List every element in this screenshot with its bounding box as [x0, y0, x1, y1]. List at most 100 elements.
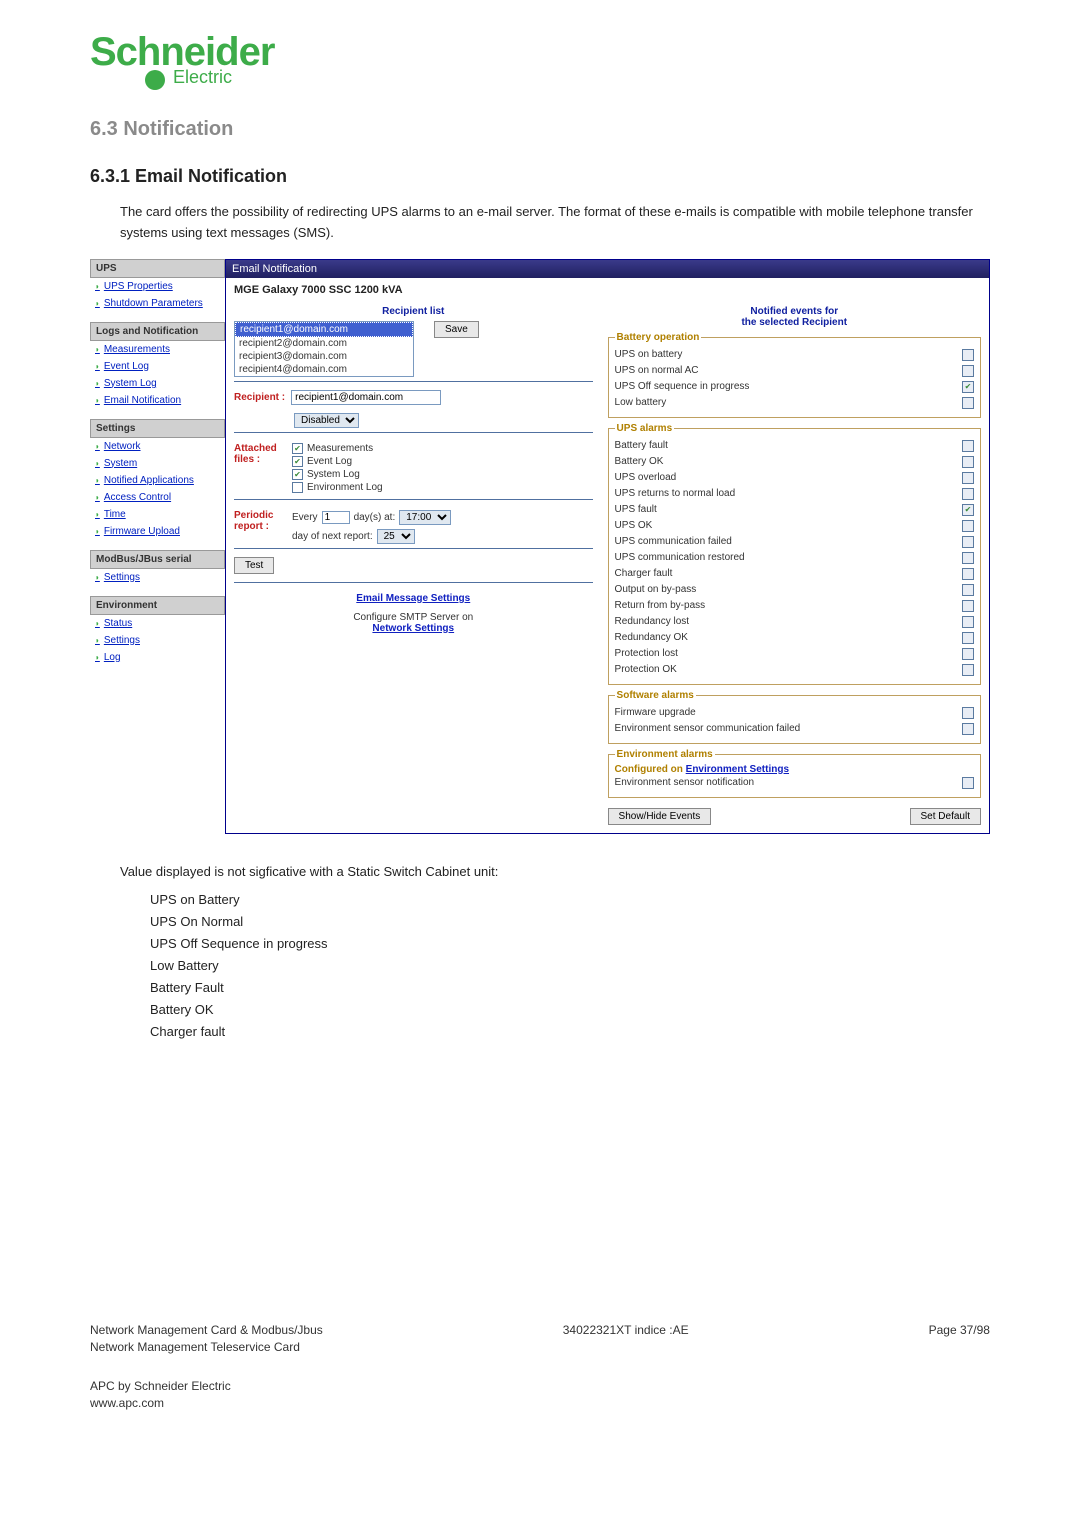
bullet-list: UPS on Battery UPS On Normal UPS Off Seq… [150, 889, 990, 1044]
event-label: UPS on battery [615, 349, 683, 360]
sidebar-cat-modbus: ModBus/JBus serial [90, 550, 225, 569]
event-checkbox[interactable] [962, 616, 974, 628]
event-checkbox[interactable] [962, 349, 974, 361]
footer-page-number: Page 37/98 [929, 1323, 990, 1337]
event-label: Battery fault [615, 440, 668, 451]
event-checkbox[interactable] [962, 536, 974, 548]
event-checkbox[interactable] [962, 600, 974, 612]
event-label: Protection lost [615, 648, 678, 659]
show-hide-events-button[interactable]: Show/Hide Events [608, 808, 712, 825]
event-label: Redundancy OK [615, 632, 688, 643]
checkbox-event-log[interactable] [292, 456, 303, 467]
save-button[interactable]: Save [434, 321, 479, 338]
sidebar-item-time[interactable]: ◗Time [90, 506, 225, 523]
sidebar-item-env-log[interactable]: ◗Log [90, 649, 225, 666]
group-battery-operation: Battery operation UPS on battery UPS on … [608, 332, 981, 418]
right-column: Notified events for the selected Recipie… [608, 306, 981, 825]
sidebar-label: Event Log [104, 361, 149, 372]
event-checkbox[interactable] [962, 504, 974, 516]
event-label: Firmware upgrade [615, 707, 696, 718]
event-checkbox[interactable] [962, 520, 974, 532]
recipient-listbox[interactable]: recipient1@domain.com recipient2@domain.… [234, 321, 414, 377]
event-label: UPS Off sequence in progress [615, 381, 750, 392]
test-button[interactable]: Test [234, 557, 274, 574]
sidebar-cat-environment: Environment [90, 596, 225, 615]
checkbox-measurements[interactable] [292, 443, 303, 454]
notified-events-heading-2: the selected Recipient [608, 317, 981, 328]
environment-settings-link[interactable]: Environment Settings [686, 764, 789, 775]
checkbox-label: Event Log [307, 456, 352, 467]
periodic-report-label: Periodic report : [234, 510, 284, 532]
event-checkbox[interactable] [962, 456, 974, 468]
sidebar-item-ups-properties[interactable]: ◗UPS Properties [90, 278, 225, 295]
sidebar-item-system[interactable]: ◗System [90, 455, 225, 472]
sidebar-item-access-control[interactable]: ◗Access Control [90, 489, 225, 506]
event-checkbox[interactable] [962, 632, 974, 644]
checkbox-label: System Log [307, 469, 360, 480]
event-checkbox[interactable] [962, 707, 974, 719]
intro-paragraph: The card offers the possibility of redir… [120, 202, 990, 244]
sidebar-label: Settings [104, 572, 140, 583]
event-checkbox[interactable] [962, 365, 974, 377]
panel-title-bar: Email Notification [226, 260, 989, 278]
event-label: Protection OK [615, 664, 677, 675]
recipient-row[interactable]: recipient3@domain.com [235, 350, 413, 363]
event-checkbox[interactable] [962, 552, 974, 564]
bullet-item: UPS On Normal [150, 911, 990, 933]
recipient-row[interactable]: recipient4@domain.com [235, 363, 413, 376]
left-column: Recipient list recipient1@domain.com rec… [234, 306, 593, 634]
sidebar-item-measurements[interactable]: ◗Measurements [90, 341, 225, 358]
every-label: Every [292, 512, 318, 523]
event-label: Charger fault [615, 568, 673, 579]
event-checkbox[interactable] [962, 568, 974, 580]
sidebar-label: Status [104, 618, 132, 629]
main-panel: Email Notification MGE Galaxy 7000 SSC 1… [225, 259, 990, 834]
sidebar-label: Email Notification [104, 395, 181, 406]
time-select[interactable]: 17:00 [399, 510, 451, 525]
sidebar-item-firmware-upload[interactable]: ◗Firmware Upload [90, 523, 225, 540]
recipient-row[interactable]: recipient2@domain.com [235, 337, 413, 350]
sidebar-label: Measurements [104, 344, 170, 355]
event-label: UPS communication failed [615, 536, 732, 547]
sidebar-item-shutdown-params[interactable]: ◗Shutdown Parameters [90, 295, 225, 312]
checkbox-environment-log[interactable] [292, 482, 303, 493]
event-checkbox[interactable] [962, 397, 974, 409]
sidebar-item-network[interactable]: ◗Network [90, 438, 225, 455]
enable-select[interactable]: Disabled [294, 413, 359, 428]
event-label: Low battery [615, 397, 667, 408]
legend-software-alarms: Software alarms [615, 690, 696, 701]
event-label: UPS returns to normal load [615, 488, 736, 499]
sidebar-item-email-notification[interactable]: ◗Email Notification [90, 392, 225, 409]
sidebar-item-modbus-settings[interactable]: ◗Settings [90, 569, 225, 586]
embedded-ui-screenshot: UPS ◗UPS Properties ◗Shutdown Parameters… [90, 259, 990, 834]
recipient-input[interactable] [291, 390, 441, 405]
event-checkbox[interactable] [962, 723, 974, 735]
email-message-settings-link[interactable]: Email Message Settings [234, 593, 593, 604]
event-checkbox[interactable] [962, 381, 974, 393]
next-day-select[interactable]: 25 [377, 529, 415, 544]
event-checkbox[interactable] [962, 488, 974, 500]
bullet-item: UPS Off Sequence in progress [150, 933, 990, 955]
set-default-button[interactable]: Set Default [910, 808, 981, 825]
event-checkbox[interactable] [962, 584, 974, 596]
event-label: Environment sensor notification [615, 777, 755, 788]
bullet-item: Battery Fault [150, 977, 990, 999]
sidebar-item-notified-applications[interactable]: ◗Notified Applications [90, 472, 225, 489]
event-checkbox[interactable] [962, 440, 974, 452]
network-settings-link[interactable]: Network Settings [234, 623, 593, 634]
recipient-row-selected[interactable]: recipient1@domain.com [235, 322, 413, 337]
event-checkbox[interactable] [962, 777, 974, 789]
sidebar-cat-logs: Logs and Notification [90, 322, 225, 341]
every-days-input[interactable] [322, 511, 350, 524]
sidebar-item-event-log[interactable]: ◗Event Log [90, 358, 225, 375]
sidebar-label: Shutdown Parameters [104, 298, 203, 309]
checkbox-system-log[interactable] [292, 469, 303, 480]
sidebar-item-env-settings[interactable]: ◗Settings [90, 632, 225, 649]
event-checkbox[interactable] [962, 648, 974, 660]
checkbox-label: Environment Log [307, 482, 383, 493]
event-label: UPS overload [615, 472, 677, 483]
event-checkbox[interactable] [962, 472, 974, 484]
event-checkbox[interactable] [962, 664, 974, 676]
sidebar-item-system-log[interactable]: ◗System Log [90, 375, 225, 392]
sidebar-item-env-status[interactable]: ◗Status [90, 615, 225, 632]
